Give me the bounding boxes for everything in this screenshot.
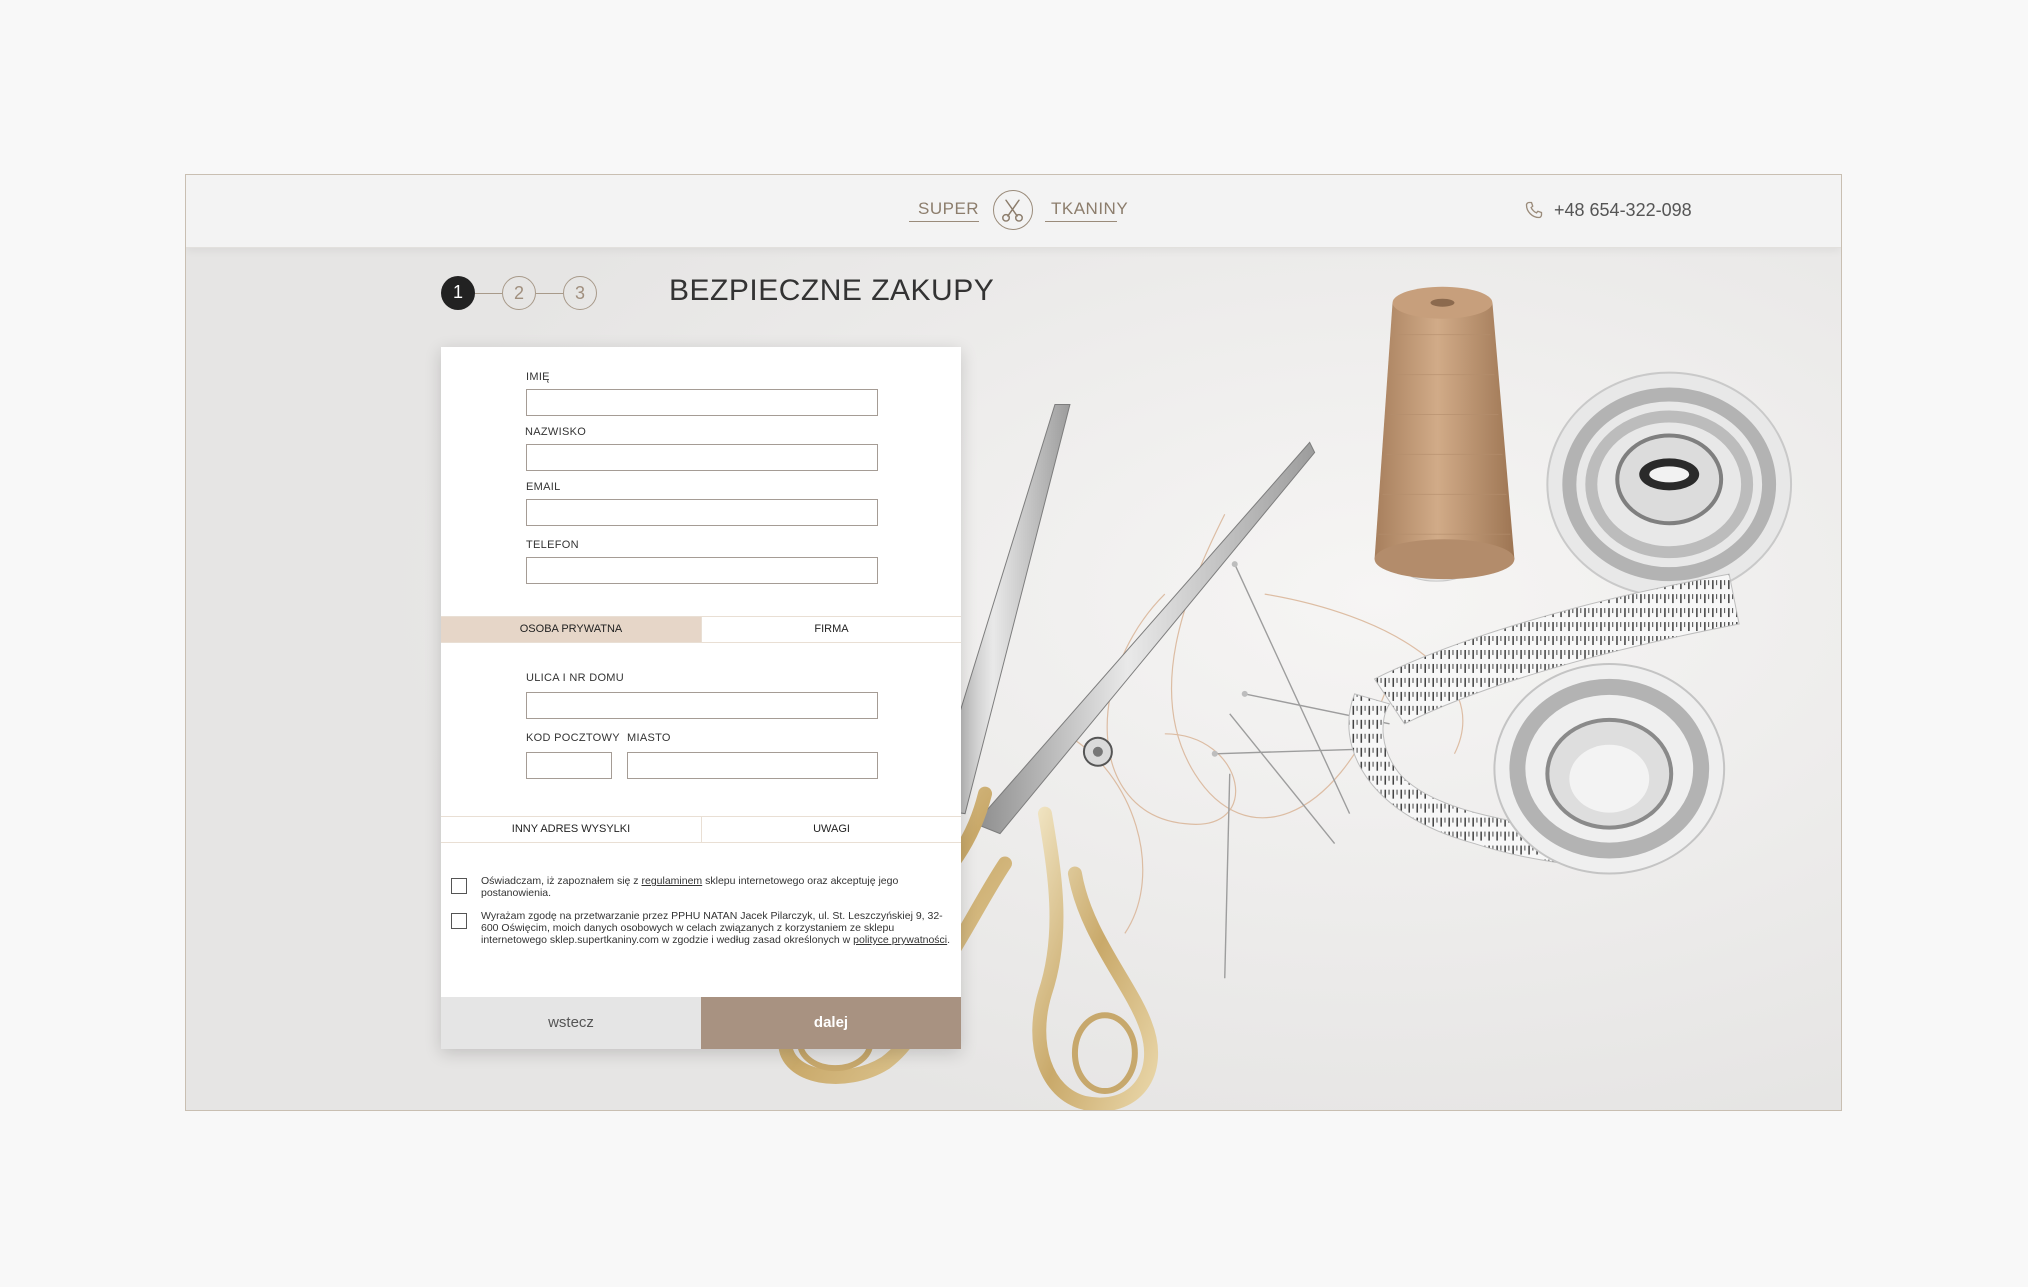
step-3[interactable]: 3 <box>563 276 597 310</box>
phone-icon <box>1525 201 1543 219</box>
brand-underline-right <box>1045 221 1117 222</box>
scissors-icon <box>1002 199 1023 222</box>
brand-logo[interactable]: SUPER TKANINY <box>909 189 1128 233</box>
phone-number: +48 654-322-098 <box>1554 199 1692 220</box>
street-input[interactable] <box>526 692 878 719</box>
step-connector <box>475 293 502 294</box>
form-actions: wstecz dalej <box>441 997 961 1049</box>
street-label: ULICA I NR DOMU <box>526 672 625 684</box>
background-scene <box>186 175 1841 1110</box>
privacy-checkbox[interactable] <box>451 913 467 929</box>
consent-text: Oświadczam, iż zapoznałem się z <box>481 875 642 887</box>
back-button[interactable]: wstecz <box>441 997 701 1049</box>
last-name-label: NAZWISKO <box>525 426 587 438</box>
step-1[interactable]: 1 <box>441 276 475 310</box>
next-button[interactable]: dalej <box>701 997 961 1049</box>
step-2[interactable]: 2 <box>502 276 536 310</box>
first-name-input[interactable] <box>526 389 878 416</box>
consent-text: . <box>947 934 951 946</box>
customer-type-tabs: OSOBA PRYWATNA FIRMA <box>441 616 961 643</box>
phone-input[interactable] <box>526 557 878 584</box>
site-header: SUPER TKANINY +48 654-322-098 <box>186 175 1841 248</box>
phone-label: TELEFON <box>526 539 579 551</box>
header-phone[interactable]: +48 654-322-098 <box>1524 197 1692 223</box>
step-connector <box>536 293 563 294</box>
terms-consent: Oświadczam, iż zapoznałem się z regulami… <box>451 875 951 899</box>
thread-spool <box>1374 286 1515 582</box>
terms-link[interactable]: regulaminem <box>641 875 702 887</box>
scissors-emblem <box>993 190 1033 230</box>
terms-consent-text: Oświadczam, iż zapoznałem się z regulami… <box>481 875 951 899</box>
tab-notes[interactable]: UWAGI <box>701 817 961 842</box>
postal-code-label: KOD POCZTOWY <box>526 732 620 744</box>
tab-company[interactable]: FIRMA <box>701 617 961 642</box>
first-name-label: IMIĘ <box>526 371 550 383</box>
privacy-policy-link[interactable]: polityce prywatności <box>853 934 947 946</box>
privacy-consent-text: Wyrażam zgodę na przetwarzanie przez PPH… <box>481 910 951 946</box>
extra-options-tabs: INNY ADRES WYSYLKI UWAGI <box>441 816 961 843</box>
tab-other-shipping-address[interactable]: INNY ADRES WYSYLKI <box>441 817 701 842</box>
email-label: EMAIL <box>526 481 561 493</box>
checkout-form: IMIĘ NAZWISKO EMAIL TELEFON OSOBA PRYWAT… <box>441 347 961 1049</box>
last-name-input[interactable] <box>526 444 878 471</box>
tab-private-person[interactable]: OSOBA PRYWATNA <box>441 617 701 642</box>
app-frame: SUPER TKANINY +48 654-322-098 1 2 3 BEZP… <box>185 174 1842 1111</box>
brand-word-right: TKANINY <box>1051 199 1129 218</box>
postal-code-input[interactable] <box>526 752 612 779</box>
page-title: BEZPIECZNE ZAKUPY <box>669 274 995 307</box>
brand-word-left: SUPER <box>918 199 980 218</box>
terms-checkbox[interactable] <box>451 878 467 894</box>
privacy-consent: Wyrażam zgodę na przetwarzanie przez PPH… <box>451 910 951 946</box>
city-input[interactable] <box>627 752 878 779</box>
email-input[interactable] <box>526 499 878 526</box>
brand-underline-left <box>909 221 979 222</box>
city-label: MIASTO <box>627 732 671 744</box>
